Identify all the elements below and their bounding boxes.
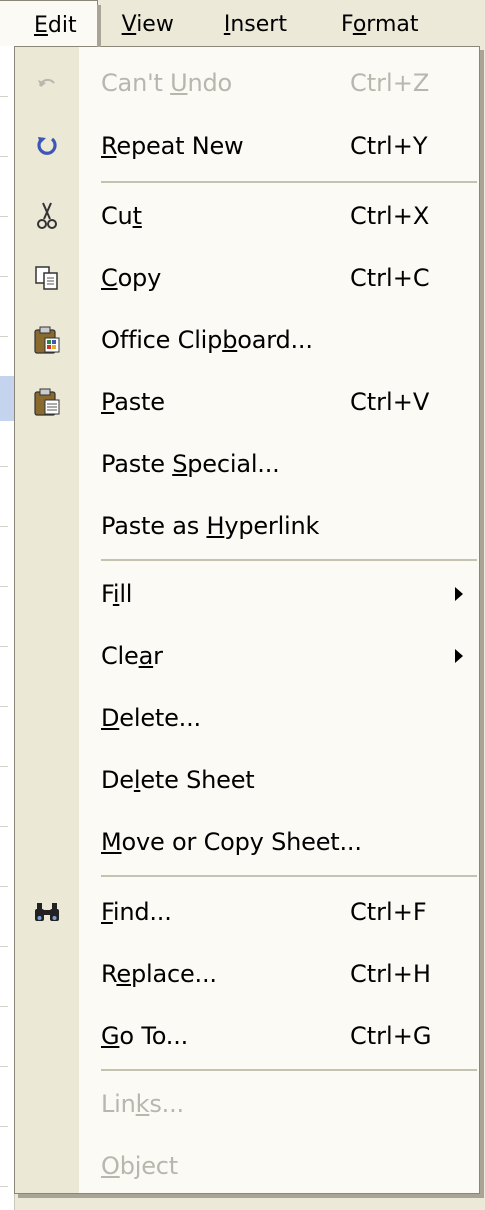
menu-item-replace[interactable]: Replace... Ctrl+H <box>15 943 479 1005</box>
menu-item-shortcut: Ctrl+C <box>350 264 430 292</box>
menu-item-label: Delete Sheet <box>101 766 255 794</box>
menu-item-undo[interactable]: Can't Undo Ctrl+Z <box>15 52 479 114</box>
menu-item-label: Delete... <box>101 704 201 732</box>
menu-item-label: Paste Special... <box>101 450 280 478</box>
menu-item-office-clipboard[interactable]: Office Clipboard... <box>15 309 479 371</box>
menu-item-links[interactable]: Links... <box>15 1073 479 1135</box>
menu-item-label: Office Clipboard... <box>101 326 313 354</box>
menu-item-label: Repeat New <box>101 132 244 160</box>
menu-item-shortcut: Ctrl+X <box>350 202 430 230</box>
menu-item-paste[interactable]: Paste Ctrl+V <box>15 371 479 433</box>
selected-cell-edge <box>0 376 14 421</box>
menu-item-clear[interactable]: Clear <box>15 625 479 687</box>
redo-icon <box>15 115 79 177</box>
submenu-arrow-icon <box>455 587 463 601</box>
scissors-icon <box>15 185 79 247</box>
menu-format[interactable]: Format <box>301 0 433 46</box>
menu-item-copy[interactable]: Copy Ctrl+C <box>15 247 479 309</box>
menu-item-label: Fill <box>101 580 133 608</box>
menu-item-label: Cut <box>101 202 142 230</box>
menu-item-label: Clear <box>101 642 163 670</box>
menu-edit[interactable]: Edit <box>0 0 101 47</box>
menu-item-label: Links... <box>101 1090 184 1118</box>
menu-item-shortcut: Ctrl+V <box>350 388 430 416</box>
menu-item-delete-sheet[interactable]: Delete Sheet <box>15 749 479 811</box>
menu-item-label: Paste <box>101 388 165 416</box>
menu-view[interactable]: View <box>98 0 188 46</box>
undo-icon <box>15 52 79 114</box>
menu-item-paste-as-hyperlink[interactable]: Paste as Hyperlink <box>15 495 479 557</box>
menu-item-cut[interactable]: Cut Ctrl+X <box>15 185 479 247</box>
clipboard-icon <box>15 309 79 371</box>
menu-item-object[interactable]: Object <box>15 1135 479 1197</box>
menu-bar: Edit View Insert Format <box>0 0 485 47</box>
menu-separator <box>101 1069 477 1071</box>
menu-item-shortcut: Ctrl+F <box>350 898 427 926</box>
menu-separator <box>101 559 477 561</box>
menu-item-paste-special[interactable]: Paste Special... <box>15 433 479 495</box>
menu-item-label: Find... <box>101 898 172 926</box>
menu-item-repeat[interactable]: Repeat New Ctrl+Y <box>15 115 479 177</box>
menu-insert[interactable]: Insert <box>188 0 301 46</box>
menu-item-delete[interactable]: Delete... <box>15 687 479 749</box>
menu-item-label: Go To... <box>101 1022 189 1050</box>
paste-icon <box>15 371 79 433</box>
menu-item-shortcut: Ctrl+H <box>350 960 431 988</box>
menu-item-label: Object <box>101 1152 178 1180</box>
menu-item-fill[interactable]: Fill <box>15 563 479 625</box>
menu-item-label: Copy <box>101 264 162 292</box>
menu-item-label: Replace... <box>101 960 217 988</box>
menu-item-go-to[interactable]: Go To... Ctrl+G <box>15 1005 479 1067</box>
menu-item-label: Paste as Hyperlink <box>101 512 320 540</box>
menu-item-shortcut: Ctrl+Y <box>350 132 428 160</box>
menu-item-label: Can't Undo <box>101 69 233 97</box>
binoculars-icon <box>15 881 79 943</box>
menu-item-find[interactable]: Find... Ctrl+F <box>15 881 479 943</box>
edit-menu-dropdown: Can't Undo Ctrl+Z Repeat New Ctrl+Y Cut … <box>14 46 480 1194</box>
menu-item-shortcut: Ctrl+Z <box>350 69 430 97</box>
menu-item-label: Move or Copy Sheet... <box>101 828 362 856</box>
menu-separator <box>101 181 477 183</box>
menu-item-shortcut: Ctrl+G <box>350 1022 432 1050</box>
copy-icon <box>15 247 79 309</box>
worksheet-edge <box>0 46 15 1210</box>
submenu-arrow-icon <box>455 649 463 663</box>
menu-item-move-or-copy-sheet[interactable]: Move or Copy Sheet... <box>15 811 479 873</box>
menu-separator <box>101 875 477 877</box>
